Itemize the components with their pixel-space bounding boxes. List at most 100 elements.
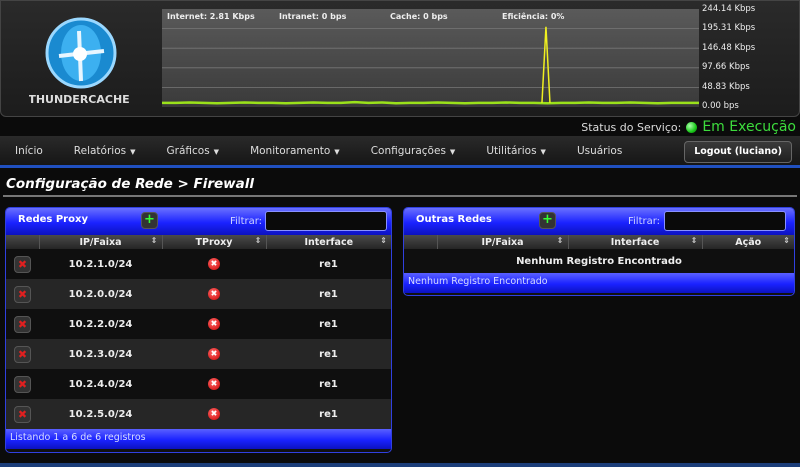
panel-title: Redes Proxy	[18, 214, 88, 225]
others-table: IP/Faixa ⇕ Interface ⇕ Ação ⇕ Nenhum Regist…	[404, 235, 794, 273]
intranet-rate: Intranet: 0 bps	[279, 12, 347, 21]
nav-usuarios[interactable]: Usuários	[577, 145, 622, 157]
delete-button[interactable]: ✖	[14, 315, 31, 333]
nav-graficos[interactable]: Gráficos ▼	[167, 145, 220, 157]
nav-relatorios[interactable]: Relatórios ▼	[74, 145, 136, 157]
header: THUNDERCACHE Internet: 2.81 Kbps Intrane…	[0, 0, 800, 117]
nav-inicio[interactable]: Início	[15, 145, 43, 157]
filter-label: Filtrar:	[628, 216, 661, 227]
y-tick: 0.00 bps	[702, 101, 739, 111]
delete-button[interactable]: ✖	[14, 255, 31, 273]
ip-cell: 10.2.4.0/24	[39, 369, 162, 399]
status-value: Em Execução	[702, 119, 796, 135]
add-network-button[interactable]: +	[539, 212, 556, 229]
nav-label: Configurações	[370, 144, 446, 157]
caret-down-icon: ▼	[334, 147, 340, 156]
header-label: IP/Faixa	[481, 236, 524, 248]
table-row: ✖ 10.2.0.0/24 ✖ re1	[6, 279, 391, 309]
interface-cell: re1	[266, 249, 391, 279]
cell: ✖	[162, 339, 266, 369]
ip-cell: 10.2.3.0/24	[39, 339, 162, 369]
tproxy-disabled-icon: ✖	[208, 258, 220, 270]
y-tick: 244.14 Kbps	[702, 4, 756, 14]
y-tick: 48.83 Kbps	[702, 82, 750, 92]
ip-cell: 10.2.2.0/24	[39, 309, 162, 339]
cell: ✖	[6, 339, 39, 369]
sort-icon: ⇕	[690, 236, 698, 245]
nav-label: Gráficos	[166, 144, 210, 157]
ip-cell: 10.2.0.0/24	[39, 279, 162, 309]
sort-icon: ⇕	[150, 236, 158, 245]
internet-series-line	[162, 100, 699, 105]
proxy-networks-panel: Redes Proxy + Filtrar: IP/Faixa ⇕ TProxy ⇕…	[5, 207, 392, 453]
filter-label: Filtrar:	[230, 216, 263, 227]
delete-button[interactable]: ✖	[14, 345, 31, 363]
ip-cell: 10.2.5.0/24	[39, 399, 162, 429]
interface-cell: re1	[266, 309, 391, 339]
caret-down-icon: ▼	[213, 147, 220, 156]
cell: ✖	[6, 249, 39, 279]
interface-cell: re1	[266, 279, 391, 309]
nav-monitoramento[interactable]: Monitoramento ▼	[250, 145, 340, 157]
internet-rate: Internet: 2.81 Kbps	[167, 12, 255, 21]
column-header	[6, 235, 39, 249]
cell: ✖	[162, 399, 266, 429]
traffic-spike-line	[541, 26, 551, 103]
header-label: Interface	[610, 236, 660, 248]
cell: ✖	[6, 309, 39, 339]
y-tick: 195.31 Kbps	[702, 23, 756, 33]
delete-button[interactable]: ✖	[14, 285, 31, 303]
sort-icon: ⇕	[380, 236, 387, 245]
tproxy-disabled-icon: ✖	[208, 318, 220, 330]
caret-down-icon: ▼	[540, 147, 546, 156]
header-label: Ação	[735, 236, 762, 248]
interface-cell: re1	[266, 369, 391, 399]
tproxy-disabled-icon: ✖	[208, 408, 220, 420]
column-header-interface[interactable]: Interface ⇕	[265, 235, 391, 249]
sort-icon: ⇕	[556, 236, 564, 245]
tproxy-disabled-icon: ✖	[208, 378, 220, 390]
delete-button[interactable]: ✖	[14, 375, 31, 393]
other-networks-panel: Outras Redes + Filtrar: IP/Faixa ⇕ Interf…	[403, 207, 795, 296]
proxy-filter-input[interactable]	[265, 211, 387, 231]
panel-footer: Listando 1 a 6 de 6 registros	[6, 429, 391, 449]
nav-configuracoes[interactable]: Configurações ▼	[371, 145, 456, 157]
cell: ✖	[162, 279, 266, 309]
panel-footer: Nenhum Registro Encontrado	[404, 273, 794, 293]
bottom-bar	[0, 463, 800, 467]
cell: ✖	[162, 369, 266, 399]
others-filter-input[interactable]	[664, 211, 786, 231]
column-header-tproxy[interactable]: TProxy ⇕	[161, 235, 266, 249]
panel-header: Redes Proxy + Filtrar:	[6, 208, 391, 235]
nav-label: Relatórios	[73, 144, 127, 157]
tproxy-disabled-icon: ✖	[208, 348, 220, 360]
table-row: ✖ 10.2.2.0/24 ✖ re1	[6, 309, 391, 339]
nav-label: Início	[15, 144, 43, 157]
sort-icon: ⇕	[783, 236, 790, 245]
traffic-graph: Internet: 2.81 Kbps Intranet: 0 bps Cach…	[162, 9, 699, 107]
caret-down-icon: ▼	[449, 147, 456, 156]
interface-cell: re1	[266, 339, 391, 369]
nav-utilitarios[interactable]: Utilitários ▼	[486, 145, 546, 157]
column-header-interface[interactable]: Interface ⇕	[567, 235, 702, 249]
table-row: ✖ 10.2.1.0/24 ✖ re1	[6, 249, 391, 279]
column-header-action[interactable]: Ação ⇕	[701, 235, 794, 249]
proxy-table: IP/Faixa ⇕ TProxy ⇕ Interface ⇕ ✖ 10.2.1.0/…	[6, 235, 391, 429]
main-nav: Início Relatórios ▼ Gráficos ▼ Monitoramen…	[0, 136, 800, 168]
add-proxy-button[interactable]: +	[141, 212, 158, 229]
divider	[3, 195, 797, 197]
cell: ✖	[6, 369, 39, 399]
nav-label: Monitoramento	[250, 144, 331, 157]
header-label: Interface	[304, 236, 354, 248]
column-header-ip[interactable]: IP/Faixa ⇕	[38, 235, 162, 249]
cell: ✖	[162, 309, 266, 339]
delete-button[interactable]: ✖	[14, 405, 31, 423]
cache-rate: Cache: 0 bps	[390, 12, 448, 21]
y-tick: 146.48 Kbps	[702, 43, 756, 53]
ip-cell: 10.2.1.0/24	[39, 249, 162, 279]
logout-button[interactable]: Logout (luciano)	[684, 141, 792, 163]
sort-icon: ⇕	[254, 236, 262, 245]
page-title: Configuração de Rede > Firewall	[6, 176, 254, 192]
column-header-ip[interactable]: IP/Faixa ⇕	[436, 235, 568, 249]
header-label: TProxy	[195, 236, 233, 248]
